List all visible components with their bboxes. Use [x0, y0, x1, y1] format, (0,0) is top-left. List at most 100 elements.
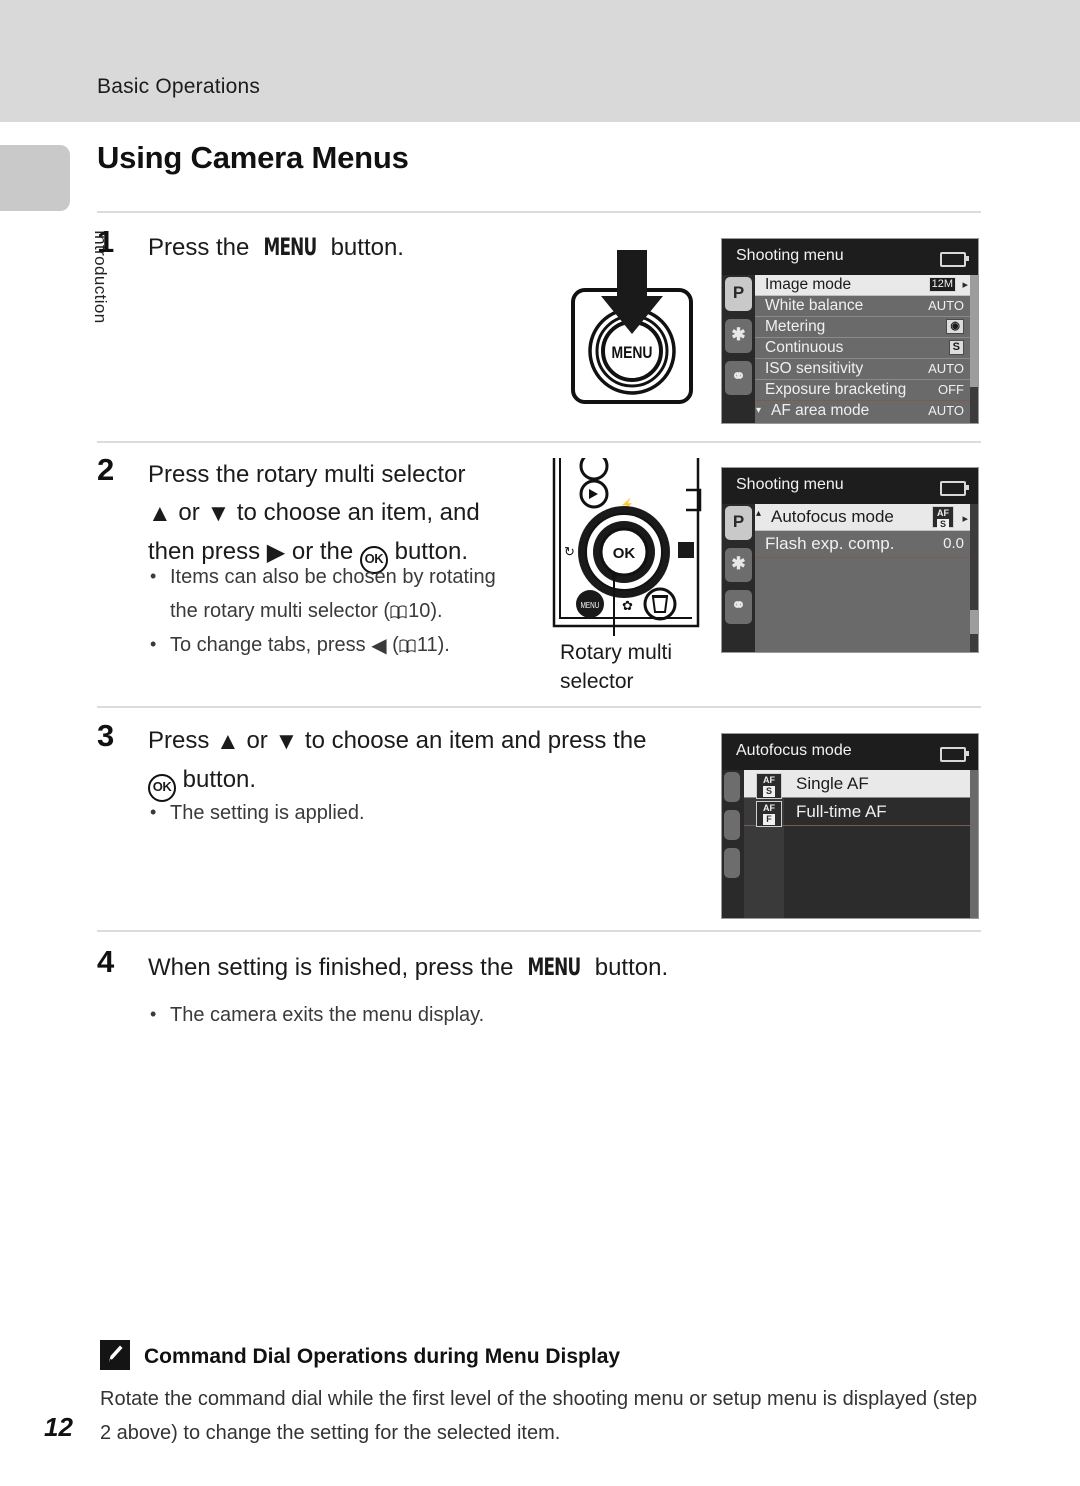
menu-row-flash-exp-comp[interactable]: Flash exp. comp. 0.0 [755, 531, 970, 558]
menu-tab-column: P ✱ ⚭ [722, 504, 755, 652]
scrollbar-thumb[interactable] [970, 275, 978, 387]
chapter-thumb-tab [0, 145, 70, 211]
screen-title: Shooting menu [736, 476, 844, 493]
continuous-single-icon: S [948, 340, 964, 355]
row-value: AUTO [928, 361, 964, 376]
step-1-number: 1 [97, 224, 115, 259]
divider-step-3 [97, 706, 981, 708]
tab-p-glyph: P [732, 512, 745, 531]
step-2-line1: Press the rotary multi selector [148, 461, 466, 488]
menu-row-iso-sensitivity[interactable]: ISO sensitivity AUTO [755, 359, 970, 380]
af-s-icon: AF S [756, 771, 782, 799]
step-2-bullets: Items can also be chosen by rotating the… [148, 559, 548, 663]
battery-icon [940, 481, 969, 496]
row-value: AUTO [928, 298, 964, 313]
bullet-item: To change tabs, press ◀ (11). [148, 627, 548, 663]
scrollbar-track[interactable] [970, 275, 978, 423]
step-3-l1-post: to choose an item and press the [298, 727, 647, 754]
tab-p-mode[interactable] [724, 772, 740, 802]
screen-titlebar: Autofocus mode [722, 734, 978, 770]
scrollbar-thumb[interactable] [970, 610, 978, 634]
scrollbar-track[interactable] [970, 770, 978, 918]
tab-movie[interactable] [724, 810, 740, 840]
screenshot-shooting-menu-level1: Shooting menu P ✱ ⚭ Image mode 12M ▸ Whi… [721, 238, 979, 424]
caret-down-icon: ▾ [756, 405, 762, 416]
menu-glyph: MENU [263, 233, 318, 261]
bullet-2-1a: Items can also be chosen by rotating [170, 566, 496, 588]
movie-icon: ✱ [731, 554, 746, 573]
triangle-up-icon: ▲ [216, 728, 240, 755]
svg-text:↻: ↻ [564, 544, 575, 559]
triangle-down-icon: ▼ [274, 728, 299, 755]
menu-row-exposure-bracketing[interactable]: Exposure bracketing OFF [755, 380, 970, 401]
menu-tab-column [722, 770, 744, 918]
menu-row-continuous[interactable]: Continuous S [755, 338, 970, 359]
running-header-bar [0, 0, 1080, 122]
bullet-item: The setting is applied. [148, 795, 548, 830]
option-single-af[interactable]: AF S Single AF [744, 770, 970, 799]
battery-icon [940, 252, 969, 267]
tab-movie[interactable]: ✱ [725, 548, 752, 582]
page-title: Using Camera Menus [97, 140, 409, 175]
menu-row-metering[interactable]: Metering ◉ [755, 317, 970, 338]
tab-movie[interactable]: ✱ [725, 319, 752, 353]
step-4-text: When setting is finished, press the MENU… [148, 948, 768, 987]
menu-row-white-balance[interactable]: White balance AUTO [755, 296, 970, 317]
tab-setup[interactable]: ⚭ [725, 590, 752, 624]
row-value: AUTO [928, 403, 964, 418]
step-1-text-post: button. [323, 234, 404, 261]
page-number: 12 [44, 1412, 73, 1442]
row-label: AF area mode [771, 402, 870, 419]
caption-line2: selector [560, 670, 634, 693]
caption-line1: Rotary multi [560, 641, 673, 664]
row-label: Image mode [765, 276, 852, 293]
note-body: Rotate the command dial while the first … [100, 1382, 990, 1450]
option-list-panel: AF S Single AF AF F Full-time AF [744, 770, 970, 918]
menu-row-af-area-mode[interactable]: ▾ AF area mode AUTO [755, 401, 970, 421]
note-body-line2: 2 above) to change the setting for the s… [100, 1422, 561, 1444]
step-2-number: 2 [97, 452, 115, 487]
row-value: 0.0 [943, 535, 964, 552]
chevron-right-icon: ▸ [962, 513, 968, 525]
option-label: Full-time AF [796, 802, 887, 821]
row-label: Flash exp. comp. [765, 534, 895, 553]
caret-up-icon: ▴ [756, 508, 762, 519]
bullet-item: Items can also be chosen by rotating the… [148, 559, 548, 628]
screen-title: Shooting menu [736, 247, 844, 264]
wrench-icon: ⚭ [731, 596, 746, 615]
menu-row-image-mode[interactable]: Image mode 12M ▸ [755, 275, 970, 296]
tab-setup[interactable] [724, 848, 740, 878]
af-s-icon: AF S [932, 505, 954, 530]
step-2-l2-post: to choose an item, and [230, 499, 480, 526]
wrench-icon: ⚭ [731, 367, 746, 386]
screen-titlebar: Shooting menu [722, 468, 978, 504]
menu-row-autofocus-mode[interactable]: ▴ Autofocus mode AF S ▸ [755, 504, 970, 531]
chevron-right-icon: ▸ [962, 279, 968, 291]
step-3-bullets: The setting is applied. [148, 795, 548, 830]
tab-setup[interactable]: ⚭ [725, 361, 752, 395]
step-4-pre: When setting is finished, press the [148, 954, 521, 981]
triangle-down-icon: ▼ [206, 500, 231, 527]
tab-p-mode[interactable]: P [725, 506, 752, 540]
pencil-note-icon [100, 1340, 130, 1370]
movie-icon: ✱ [731, 325, 746, 344]
step-2-l2-pre: or [171, 499, 207, 526]
menu-rows: ▴ Autofocus mode AF S ▸ Flash exp. comp. … [755, 504, 970, 652]
svg-text:✿: ✿ [622, 598, 633, 613]
step-3-text: Press ▲ or ▼ to choose an item and press… [148, 722, 708, 802]
screen-titlebar: Shooting menu [722, 239, 978, 275]
step-1-text-pre: Press the [148, 234, 257, 261]
af-f-icon: AF F [756, 799, 782, 827]
svg-text:MENU: MENU [611, 344, 652, 363]
scrollbar-track[interactable] [970, 504, 978, 652]
tab-p-mode[interactable]: P [725, 277, 752, 311]
option-full-time-af[interactable]: AF F Full-time AF [744, 798, 970, 827]
row-label: ISO sensitivity [765, 360, 864, 377]
value-badge-12m: 12M [928, 277, 956, 292]
triangle-up-icon: ▲ [148, 500, 172, 527]
rotary-selector-illustration: ⚡ OK ↻ MENU ✿ [548, 451, 708, 638]
bullet-2-2a: To change tabs, press [170, 634, 372, 656]
menu-tab-column: P ✱ ⚭ [722, 275, 755, 423]
step-3-number: 3 [97, 718, 115, 753]
bullet-2-1-page: 10). [408, 600, 443, 622]
